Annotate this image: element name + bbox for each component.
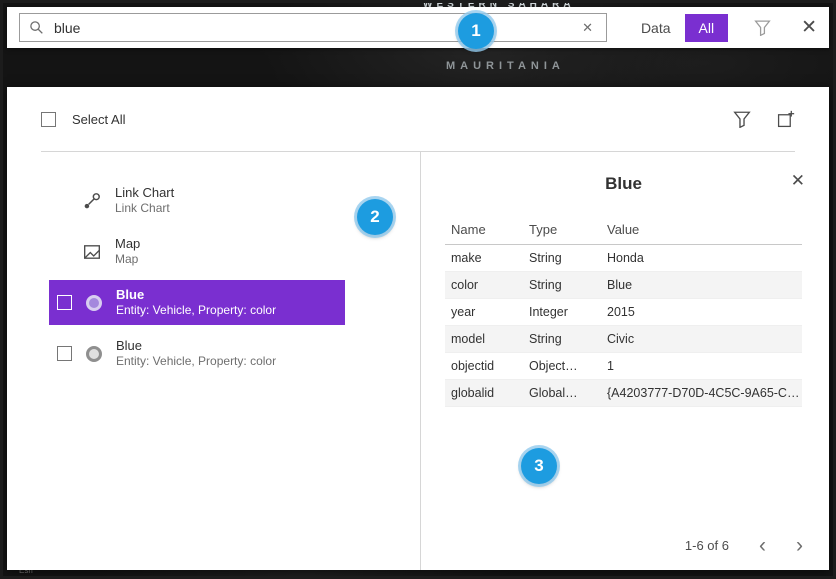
pagination: 1-6 of 6 ‹ › [685, 535, 803, 556]
table-row: make String Honda [445, 245, 802, 272]
entity-icon [86, 346, 102, 362]
cell-value: Civic [601, 332, 802, 346]
cell-type: String [523, 278, 601, 292]
data-toggle-button[interactable]: Data [627, 14, 685, 42]
clear-search-icon[interactable]: ✕ [578, 18, 597, 38]
column-header-type: Type [523, 222, 601, 237]
result-checkbox[interactable] [57, 295, 72, 310]
search-icon [29, 20, 44, 35]
filter-results-icon[interactable] [733, 110, 751, 128]
result-text: Blue Entity: Vehicle, Property: color [116, 287, 276, 318]
cell-type: String [523, 332, 601, 346]
search-bar-controls: Data All ✕ [627, 14, 817, 42]
result-title: Map [115, 236, 140, 252]
pagination-label: 1-6 of 6 [685, 538, 729, 553]
all-toggle-button[interactable]: All [685, 14, 729, 42]
result-item-blue-selected[interactable]: Blue Entity: Vehicle, Property: color [49, 280, 345, 325]
table-header-row: Name Type Value [445, 214, 802, 245]
close-search-icon[interactable]: ✕ [801, 18, 817, 37]
panel-body: Link Chart Link Chart Map Map [7, 152, 829, 570]
result-checkbox[interactable] [57, 346, 72, 361]
result-text: Link Chart Link Chart [115, 185, 174, 216]
result-subtitle: Link Chart [115, 201, 174, 216]
cell-name: year [445, 305, 523, 319]
app-window: WESTERN SAHARA MAURITANIA Esri ✕ Data Al… [0, 0, 836, 579]
map-icon [83, 243, 101, 261]
result-item-link-chart[interactable]: Link Chart Link Chart [49, 178, 345, 223]
cell-type: Object… [523, 359, 601, 373]
column-header-value: Value [601, 222, 802, 237]
result-text: Map Map [115, 236, 140, 267]
detail-panel: Blue ✕ Name Type Value make String Honda… [420, 152, 829, 570]
annotation-step-2: 2 [357, 199, 393, 235]
result-subtitle: Map [115, 252, 140, 267]
search-results-panel: Select All Link Chart [7, 87, 829, 570]
cell-name: objectid [445, 359, 523, 373]
result-title: Blue [116, 287, 276, 303]
select-all-checkbox[interactable] [41, 112, 56, 127]
map-label-country: MAURITANIA [446, 60, 565, 72]
table-row: year Integer 2015 [445, 299, 802, 326]
search-input-box: ✕ [19, 13, 607, 42]
result-title: Blue [116, 338, 276, 354]
result-subtitle: Entity: Vehicle, Property: color [116, 303, 276, 318]
result-text: Blue Entity: Vehicle, Property: color [116, 338, 276, 369]
result-item-blue[interactable]: Blue Entity: Vehicle, Property: color [49, 331, 345, 376]
link-chart-icon [83, 192, 101, 210]
properties-table: Name Type Value make String Honda color … [445, 214, 802, 407]
column-header-name: Name [445, 222, 523, 237]
add-to-list-icon[interactable] [777, 110, 795, 128]
annotation-step-3: 3 [521, 448, 557, 484]
cell-name: globalid [445, 386, 523, 400]
entity-icon [86, 295, 102, 311]
close-detail-icon[interactable]: ✕ [791, 172, 805, 189]
cell-value: 1 [601, 359, 802, 373]
next-page-icon[interactable]: › [796, 535, 803, 556]
panel-header: Select All [7, 87, 829, 151]
table-row: globalid Global… {A4203777-D70D-4C5C-9A6… [445, 380, 802, 407]
cell-name: color [445, 278, 523, 292]
table-row: objectid Object… 1 [445, 353, 802, 380]
cell-name: model [445, 332, 523, 346]
panel-header-icons [733, 110, 795, 128]
detail-title: Blue [445, 174, 802, 194]
cell-type: Integer [523, 305, 601, 319]
cell-value: 2015 [601, 305, 802, 319]
result-subtitle: Entity: Vehicle, Property: color [116, 354, 276, 369]
search-bar: ✕ Data All ✕ [7, 7, 829, 48]
select-all-label: Select All [72, 112, 125, 127]
cell-type: Global… [523, 386, 601, 400]
cell-value: Honda [601, 251, 802, 265]
result-title: Link Chart [115, 185, 174, 201]
cell-type: String [523, 251, 601, 265]
annotation-step-1: 1 [458, 13, 494, 49]
table-row: color String Blue [445, 272, 802, 299]
filter-icon[interactable] [754, 19, 771, 36]
cell-value: {A4203777-D70D-4C5C-9A65-C… [601, 386, 802, 400]
table-row: model String Civic [445, 326, 802, 353]
cell-name: make [445, 251, 523, 265]
cell-value: Blue [601, 278, 802, 292]
result-item-map[interactable]: Map Map [49, 229, 345, 274]
prev-page-icon[interactable]: ‹ [759, 535, 766, 556]
